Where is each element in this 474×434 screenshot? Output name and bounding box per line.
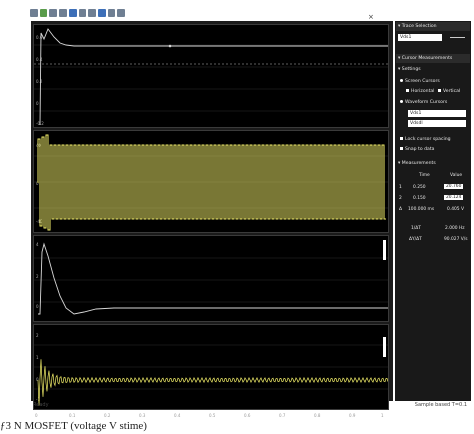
footer-label: ΔY/ΔT bbox=[409, 237, 422, 242]
x-tick: 0.4 bbox=[174, 413, 181, 418]
col-time: Time bbox=[419, 173, 430, 178]
status-right: Sample based T=0.1 bbox=[414, 402, 467, 408]
footer-label: 1/ΔT bbox=[411, 226, 421, 231]
x-tick: 0.6 bbox=[244, 413, 251, 418]
trace-1 bbox=[34, 28, 388, 126]
row-value: 20.760 bbox=[444, 184, 464, 189]
side-panel: ▾ Trace Selection Vds1 ▾ Cursor Measurem… bbox=[395, 21, 471, 401]
row-time: 0.150 bbox=[413, 196, 426, 201]
row-value: 0.405 V bbox=[447, 207, 464, 212]
cursor-marker[interactable] bbox=[383, 240, 386, 260]
plot-3[interactable]: 4 2 0 bbox=[33, 235, 389, 322]
x-tick: 0.2 bbox=[104, 413, 111, 418]
checkbox-icon bbox=[406, 89, 409, 92]
col-value: Value bbox=[450, 173, 463, 178]
screen-cursors-option[interactable]: Screen Cursors bbox=[400, 79, 440, 84]
status-bar: Ready Sample based T=0.1 bbox=[31, 401, 471, 410]
step-icon[interactable] bbox=[59, 9, 67, 17]
row-value: 20.124 bbox=[444, 195, 464, 200]
autoscale-icon[interactable] bbox=[97, 9, 106, 17]
vertical-checkbox[interactable]: Vertical bbox=[438, 89, 460, 94]
row-id: 1 bbox=[399, 185, 402, 190]
cursor2-select[interactable]: Vdsdl bbox=[408, 120, 466, 127]
x-tick: 0 bbox=[35, 413, 38, 418]
lock-spacing-checkbox[interactable]: Lock cursor spacing bbox=[400, 137, 451, 142]
checkbox-icon bbox=[438, 89, 441, 92]
checkbox-icon bbox=[400, 137, 403, 140]
zoom-icon[interactable] bbox=[78, 9, 87, 17]
measure-icon[interactable] bbox=[117, 9, 126, 17]
cursor-measurements-header[interactable]: ▾ Cursor Measurements bbox=[396, 54, 470, 63]
plot-4[interactable]: 2 1 0 -1 bbox=[33, 324, 389, 410]
trace-selection-header[interactable]: ▾ Trace Selection bbox=[396, 22, 470, 31]
figure-caption: ƒ3 N MOSFET (voltage V stime) bbox=[0, 420, 147, 432]
checkbox-icon bbox=[400, 147, 403, 150]
waveform-cursors-option[interactable]: Waveform Cursors bbox=[400, 100, 447, 105]
plot-2[interactable]: 40 0 -40 bbox=[33, 130, 389, 233]
settings-header[interactable]: ▾ Settings bbox=[398, 67, 421, 72]
footer-value: 90.027 V/s bbox=[444, 237, 468, 242]
x-tick: 0.7 bbox=[279, 413, 286, 418]
row-time: 0.250 bbox=[413, 185, 426, 190]
trace-4 bbox=[34, 344, 388, 406]
trace-3 bbox=[34, 242, 388, 315]
row-time: 100.000 ms bbox=[408, 207, 435, 212]
x-tick: 0.1 bbox=[69, 413, 76, 418]
measurements-header[interactable]: ▾ Measurements bbox=[398, 161, 436, 166]
status-left: Ready bbox=[33, 402, 49, 408]
x-tick: 0.9 bbox=[349, 413, 356, 418]
cursor1-select[interactable]: Vds1 bbox=[408, 110, 466, 117]
x-tick: 1 bbox=[381, 413, 384, 418]
trace-line-icon bbox=[450, 37, 465, 39]
row-id: 2 bbox=[399, 196, 402, 201]
cursor-marker[interactable] bbox=[383, 337, 386, 357]
cursor-icon[interactable] bbox=[107, 9, 116, 17]
settings-icon[interactable] bbox=[30, 9, 38, 17]
x-tick: 0.5 bbox=[209, 413, 216, 418]
toolbar bbox=[30, 6, 126, 20]
trace-2 bbox=[34, 134, 388, 231]
snap-to-data-checkbox[interactable]: Snap to data bbox=[400, 147, 434, 152]
scope-display: 0.6 0.4 0.2 0 -0.2 40 0 -40 4 2 0 2 1 0 … bbox=[31, 21, 393, 418]
pause-icon[interactable] bbox=[49, 9, 58, 17]
x-tick: 0.8 bbox=[314, 413, 321, 418]
horizontal-checkbox[interactable]: Horizontal bbox=[406, 89, 434, 94]
row-id: Δ bbox=[399, 207, 403, 212]
trace-select[interactable]: Vds1 bbox=[398, 34, 442, 41]
radio-icon bbox=[400, 79, 403, 82]
x-tick: 0.3 bbox=[139, 413, 146, 418]
radio-icon bbox=[400, 100, 403, 103]
stop-icon[interactable] bbox=[68, 9, 77, 17]
close-icon[interactable]: × bbox=[368, 13, 374, 21]
plot-1[interactable]: 0.6 0.4 0.2 0 -0.2 bbox=[33, 24, 389, 128]
footer-value: 2.000 Hz bbox=[445, 226, 465, 231]
pan-icon[interactable] bbox=[88, 9, 96, 17]
run-icon[interactable] bbox=[39, 9, 48, 17]
